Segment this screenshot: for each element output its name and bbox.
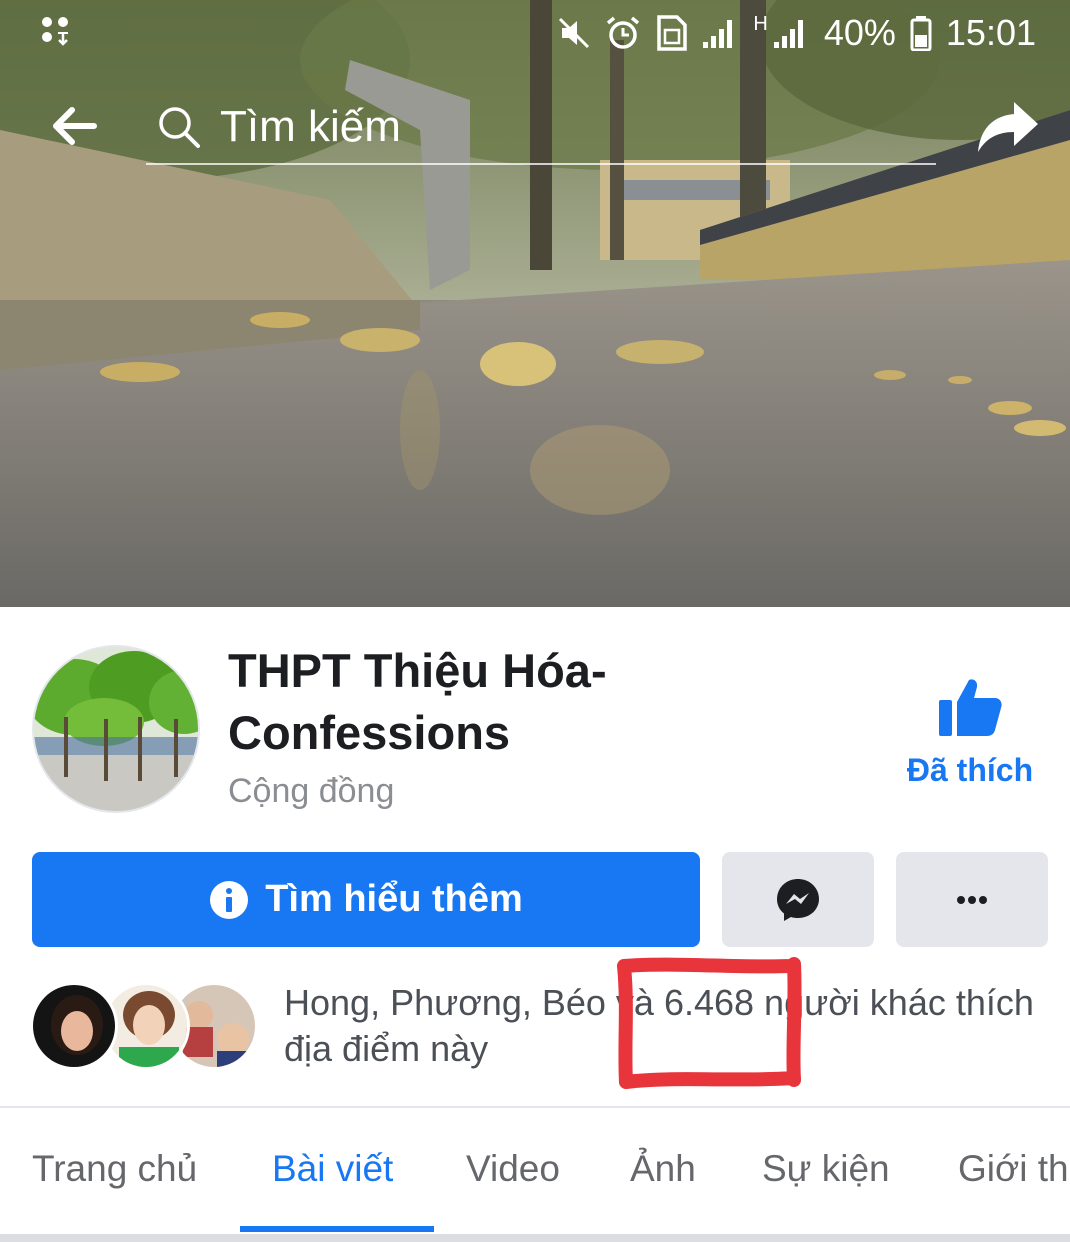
signal-icon-2 — [773, 20, 803, 48]
active-tab-indicator — [240, 1226, 434, 1232]
network-type-label: H — [753, 12, 768, 35]
messenger-icon — [777, 878, 819, 921]
bottom-strip — [0, 1234, 1070, 1242]
tab-home[interactable]: Trang chủ — [32, 1148, 197, 1190]
search-underline — [146, 163, 936, 165]
battery-icon — [910, 16, 932, 51]
page-avatar-image — [34, 647, 198, 811]
page-title: THPT Thiệu Hóa-Confessions — [228, 644, 607, 759]
red-annotation-box — [617, 957, 802, 1089]
arrow-left-icon[interactable] — [48, 100, 100, 152]
friend-avatar-1 — [30, 982, 118, 1070]
search-icon — [159, 107, 200, 148]
top-bar — [0, 90, 1070, 170]
thumbs-up-icon — [939, 679, 1002, 736]
clock-time: 15:01 — [945, 12, 1036, 53]
more-options-button[interactable] — [896, 852, 1048, 947]
tab-events[interactable]: Sự kiện — [762, 1148, 890, 1190]
page-category: Cộng đồng — [228, 772, 395, 810]
learn-more-button[interactable]: Tìm hiểu thêm — [32, 852, 700, 947]
tab-posts[interactable]: Bài viết — [272, 1148, 393, 1190]
liked-label: Đã thích — [906, 752, 1034, 788]
status-bar: H 40% 15:01 — [0, 0, 1070, 70]
page-tabs: Trang chủ Bài viết Video Ảnh Sự kiện Giớ… — [0, 1108, 1070, 1234]
liked-button[interactable]: Đã thích — [900, 676, 1040, 806]
app-notification-icon — [42, 17, 68, 46]
tab-photos[interactable]: Ảnh — [630, 1148, 696, 1190]
signal-icon — [703, 20, 733, 48]
likes-names: Hong, Phương, Béo — [284, 982, 606, 1023]
learn-more-label: Tìm hiểu thêm — [265, 878, 523, 920]
more-dots-icon — [957, 895, 987, 904]
friend-avatars[interactable] — [30, 982, 260, 1072]
share-arrow-icon[interactable] — [976, 98, 1040, 154]
info-icon — [210, 880, 249, 919]
cover-photo[interactable]: H 40% 15:01 — [0, 0, 1070, 607]
battery-percent: 40% — [823, 12, 896, 53]
search-input[interactable] — [220, 96, 920, 158]
tab-videos[interactable]: Video — [466, 1148, 560, 1190]
alarm-icon — [607, 16, 640, 49]
page-avatar[interactable] — [32, 645, 200, 813]
tab-about[interactable]: Giới th — [958, 1148, 1069, 1190]
messenger-button[interactable] — [722, 852, 874, 947]
mute-icon — [559, 17, 590, 49]
sim-card-icon — [657, 15, 688, 51]
